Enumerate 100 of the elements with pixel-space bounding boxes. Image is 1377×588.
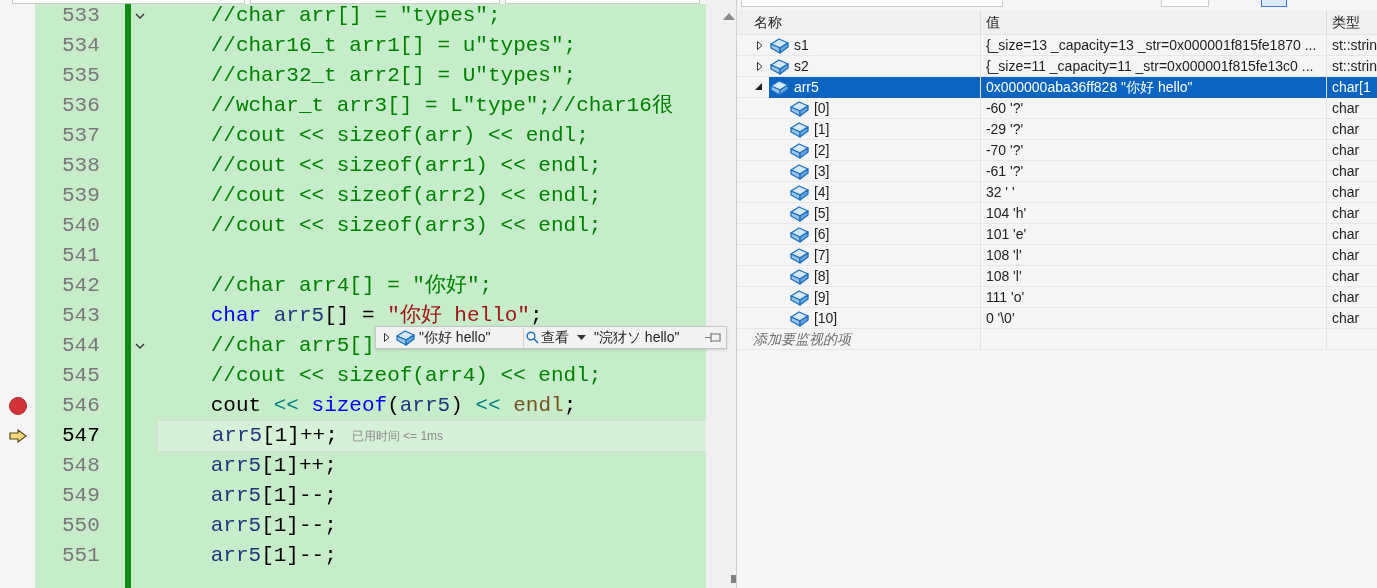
code-line: //wchar_t arr3[] = L"type";//char16很 <box>210 93 673 120</box>
code-line: char arr5[] = "你好 hello"; <box>210 303 543 330</box>
code-line: //cout << sizeof(arr2) << endl; <box>210 183 602 210</box>
elapsed-time-hint: 已用时间 <= 1ms <box>351 428 444 445</box>
watch-row[interactable]: s1 {_size=13 _capacity=13 _str=0x000001f815fe1870 ... st::strin <box>736 35 1377 56</box>
line-number: 538 <box>60 153 100 180</box>
line-number: 540 <box>60 213 100 240</box>
expand-icon[interactable] <box>384 333 390 342</box>
line-number: 533 <box>60 4 100 30</box>
code-line: cout << sizeof(arr5) << endl; <box>210 393 577 420</box>
code-line: //cout << sizeof(arr) << endl; <box>210 123 589 150</box>
variable-type: char <box>1331 98 1360 118</box>
line-number: 545 <box>60 363 100 390</box>
column-header[interactable]: 值 <box>979 9 1326 35</box>
watch-row[interactable]: [3] -61 '?' char <box>736 161 1377 182</box>
cube-icon <box>396 329 415 346</box>
code-line: arr5[1]--; <box>210 513 337 540</box>
variable-name: [0] <box>813 98 830 118</box>
variable-value: -29 '?' <box>985 119 1024 139</box>
pin-icon[interactable] <box>705 332 722 343</box>
variable-type: char <box>1331 266 1360 286</box>
code-line: arr5[1]++; <box>210 453 337 480</box>
variable-type: char <box>1331 182 1360 202</box>
watch-row[interactable]: [8] 108 'l' char <box>736 266 1377 287</box>
variable-value: 101 'e' <box>985 224 1027 244</box>
variable-icon <box>769 78 789 96</box>
variable-name: [9] <box>813 287 830 307</box>
variable-type: char <box>1331 245 1360 265</box>
variable-type: st::strin <box>1331 35 1377 55</box>
code-line: //cout << sizeof(arr4) << endl; <box>210 363 602 390</box>
variable-icon <box>789 204 809 222</box>
variable-icon <box>789 120 809 138</box>
line-number: 548 <box>60 453 100 480</box>
variable-name: [1] <box>813 119 830 139</box>
breakpoint-icon[interactable] <box>8 397 27 415</box>
expand-icon[interactable] <box>756 61 763 71</box>
variable-value: 108 'l' <box>985 245 1022 265</box>
line-number: 542 <box>60 273 100 300</box>
scroll-marker <box>731 575 736 583</box>
fold-chevron-icon[interactable] <box>135 343 146 349</box>
watch-row[interactable]: [6] 101 'e' char <box>736 224 1377 245</box>
variable-name: s1 <box>793 35 809 55</box>
visualized-value: "浣犲ソ hello" <box>594 328 680 347</box>
code-line: //cout << sizeof(arr1) << endl; <box>210 153 602 180</box>
watch-row[interactable]: [2] -70 '?' char <box>736 140 1377 161</box>
variable-name: [5] <box>813 203 830 223</box>
line-number: 536 <box>60 93 100 120</box>
line-number: 544 <box>60 333 100 360</box>
collapse-icon[interactable] <box>754 83 763 91</box>
variable-icon <box>789 288 809 306</box>
viewer-button[interactable]: 查看 <box>524 327 588 348</box>
variable-name: [8] <box>813 266 830 286</box>
variable-type: char <box>1331 224 1360 244</box>
code-line: //cout << sizeof(arr3) << endl; <box>210 213 602 240</box>
variable-icon <box>789 309 809 327</box>
variable-type: char <box>1331 140 1360 160</box>
code-line: //char32_t arr2[] = U"types"; <box>210 63 577 90</box>
variable-type: char <box>1331 119 1360 139</box>
column-header[interactable]: 名称 <box>736 9 980 35</box>
variable-value: {_size=11 _capacity=11 _str=0x000001f815fe13c0 ... <box>985 56 1314 76</box>
fold-chevron-icon[interactable] <box>135 13 146 19</box>
variable-icon <box>769 57 789 75</box>
variable-icon <box>789 99 809 117</box>
variable-name: s2 <box>793 56 809 76</box>
variable-name: [10] <box>813 308 838 328</box>
variable-icon <box>789 183 809 201</box>
column-header[interactable]: 类型 <box>1325 9 1377 35</box>
expand-icon[interactable] <box>756 40 763 50</box>
variable-value: 32 ' ' <box>985 182 1015 202</box>
scrollbar[interactable] <box>706 0 736 588</box>
watch-row[interactable]: [0] -60 '?' char <box>736 98 1377 119</box>
watch-row[interactable]: [4] 32 ' ' char <box>736 182 1377 203</box>
variable-icon <box>789 267 809 285</box>
watch-row[interactable]: [10] 0 '\0' char <box>736 308 1377 329</box>
variable-value: -60 '?' <box>985 98 1024 118</box>
variable-value: 104 'h' <box>985 203 1027 223</box>
variable-type: char[1 <box>1331 77 1371 97</box>
code-line: arr5[1]--; <box>210 483 337 510</box>
variable-value: 108 'l' <box>985 266 1022 286</box>
watch-row[interactable]: [9] 111 'o' char <box>736 287 1377 308</box>
code-line: arr5[1]++; <box>211 423 338 450</box>
variable-name: [3] <box>813 161 830 181</box>
code-line: //char arr5[] <box>210 333 375 360</box>
variable-icon <box>789 162 809 180</box>
variable-value: 111 'o' <box>985 287 1025 307</box>
add-watch-field[interactable]: 添加要监视的项 <box>736 328 980 350</box>
variable-name: [2] <box>813 140 830 160</box>
code-line: //char arr[] = "types"; <box>210 4 501 30</box>
line-number: 539 <box>60 183 100 210</box>
line-number: 550 <box>60 513 100 540</box>
watch-row[interactable]: [5] 104 'h' char <box>736 203 1377 224</box>
scroll-up-icon[interactable] <box>723 13 735 20</box>
caret-icon <box>577 335 586 340</box>
variable-type: char <box>1331 161 1360 181</box>
variable-icon <box>789 141 809 159</box>
watch-row[interactable]: [1] -29 '?' char <box>736 119 1377 140</box>
line-number: 546 <box>60 393 100 420</box>
code-line: //char16_t arr1[] = u"types"; <box>210 33 577 60</box>
watch-row[interactable]: [7] 108 'l' char <box>736 245 1377 266</box>
line-number: 551 <box>60 543 100 570</box>
